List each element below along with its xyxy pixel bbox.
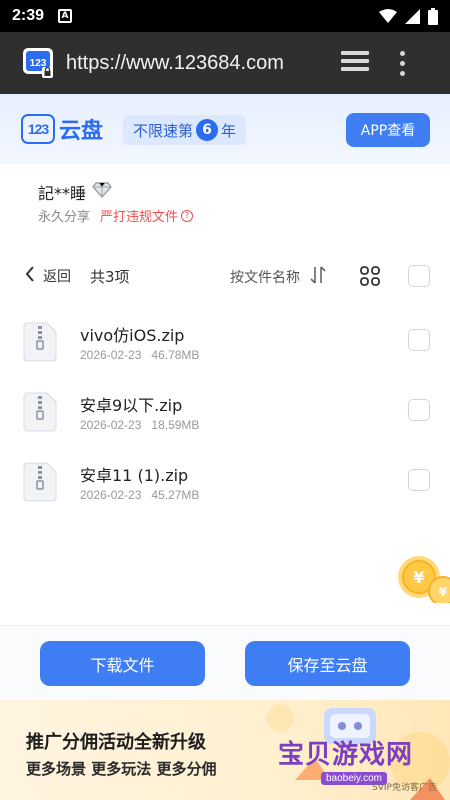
- coin-promo-icon[interactable]: ¥ ¥: [393, 553, 450, 606]
- help-icon[interactable]: ?: [181, 209, 194, 222]
- signal-icon: [405, 8, 420, 24]
- file-row[interactable]: vivo仿iOS.zip 2026-02-23 46.78MB: [0, 320, 450, 380]
- back-arrow-icon: [25, 266, 35, 286]
- promo-suffix: 年: [221, 121, 237, 140]
- file-date: 2026-02-23: [80, 348, 142, 362]
- save-to-cloud-button[interactable]: 保存至云盘: [245, 641, 410, 686]
- sharer-name: 記**睡: [38, 184, 87, 203]
- file-row[interactable]: 安卓9以下.zip 2026-02-23 18.59MB: [0, 390, 450, 450]
- watermark-title: 宝贝游戏网: [278, 740, 414, 770]
- promo-badge: 不限速第 6 年: [123, 115, 247, 145]
- status-indicators: [379, 7, 438, 25]
- tabs-icon[interactable]: [340, 49, 370, 77]
- file-size: 46.78MB: [151, 348, 200, 362]
- file-size: 45.27MB: [151, 488, 200, 502]
- share-permanence: 永久分享: [38, 210, 91, 225]
- ad-banner[interactable]: 推广分佣活动全新升级 更多场景 更多玩法 更多分佣 宝贝游戏网 baobeiy.…: [0, 700, 450, 800]
- file-checkbox[interactable]: [408, 399, 430, 421]
- promo-prefix: 不限速第: [133, 121, 194, 140]
- status-bar: 2:39 A: [0, 0, 450, 32]
- site-favicon-icon: 123: [22, 47, 54, 79]
- back-button[interactable]: 返回: [25, 266, 71, 286]
- logo-text: 云盘: [59, 119, 104, 144]
- ad-note: SVIP免访客广告: [372, 783, 437, 793]
- wifi-icon: [379, 9, 397, 23]
- zip-file-icon: [22, 462, 58, 502]
- sort-label: 按文件名称: [230, 270, 300, 286]
- sort-button[interactable]: 按文件名称: [230, 266, 326, 288]
- ad-title: 推广分佣活动全新升级: [26, 732, 206, 753]
- battery-icon: [428, 7, 438, 25]
- file-name: 安卓11 (1).zip: [80, 466, 189, 485]
- file-checkbox[interactable]: [408, 329, 430, 351]
- sort-icon: [310, 266, 326, 288]
- file-name: vivo仿iOS.zip: [80, 326, 185, 345]
- diamond-icon: [92, 182, 112, 202]
- svg-text:¥: ¥: [413, 568, 424, 587]
- logo-mark: 123: [21, 114, 55, 144]
- file-row[interactable]: 安卓11 (1).zip 2026-02-23 45.27MB: [0, 460, 450, 520]
- ad-subtitle: 更多场景 更多玩法 更多分佣: [26, 760, 217, 778]
- bottom-action-bar: 下载文件 保存至云盘: [0, 625, 450, 700]
- select-all-checkbox[interactable]: [408, 265, 430, 287]
- file-date: 2026-02-23: [80, 488, 142, 502]
- file-toolbar: 返回 共3项 按文件名称: [0, 262, 450, 292]
- browser-toolbar: 123 https://www.123684.com: [0, 32, 450, 94]
- zip-file-icon: [22, 392, 58, 432]
- status-time: 2:39: [12, 7, 45, 24]
- file-meta: 2026-02-23 18.59MB: [80, 418, 199, 432]
- zip-file-icon: [22, 322, 58, 362]
- file-size: 18.59MB: [151, 418, 200, 432]
- file-date: 2026-02-23: [80, 418, 142, 432]
- notification-a-icon: A: [58, 9, 73, 23]
- svg-text:¥: ¥: [439, 585, 448, 599]
- file-meta: 2026-02-23 46.78MB: [80, 348, 199, 362]
- promo-number: 6: [196, 119, 219, 141]
- share-meta: 永久分享 严打违规文件 ?: [38, 206, 194, 225]
- overflow-menu-icon[interactable]: [400, 50, 405, 76]
- file-name: 安卓9以下.zip: [80, 396, 183, 415]
- file-meta: 2026-02-23 45.27MB: [80, 488, 199, 502]
- item-count: 共3项: [90, 268, 130, 286]
- report-link[interactable]: 严打违规文件: [100, 206, 178, 225]
- address-bar[interactable]: https://www.123684.com: [66, 52, 318, 75]
- app-header: 123 云盘 不限速第 6 年 APP查看: [0, 94, 450, 164]
- open-app-button[interactable]: APP查看: [346, 113, 430, 147]
- sharer-info: 記**睡: [38, 180, 112, 204]
- file-checkbox[interactable]: [408, 469, 430, 491]
- back-label: 返回: [43, 269, 71, 285]
- app-logo: 123 云盘: [21, 113, 103, 145]
- grid-view-icon[interactable]: [360, 266, 380, 290]
- download-file-button[interactable]: 下载文件: [40, 641, 205, 686]
